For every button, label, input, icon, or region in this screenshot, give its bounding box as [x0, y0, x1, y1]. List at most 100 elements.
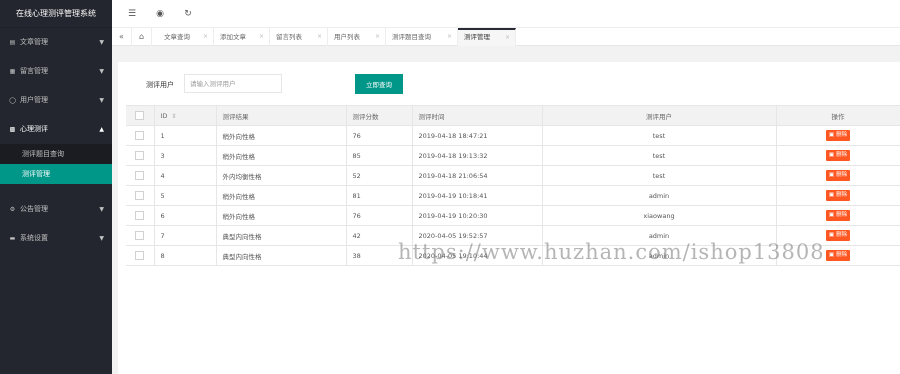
row-checkbox[interactable] [135, 131, 145, 140]
tab-message-list[interactable]: 留言列表 × [270, 28, 328, 46]
menu-icon[interactable]: ☰ [124, 6, 140, 22]
sidebar-item-label: 公告管理 [20, 205, 48, 213]
trash-icon: ▣ [828, 212, 835, 218]
table-row: 6 稍外向性格 76 2019-04-19 10:20:30 xiaowang ▣ 删除 [126, 205, 900, 226]
close-icon[interactable]: × [375, 28, 380, 46]
sidebar-item-label: 用户管理 [20, 96, 48, 104]
comment-icon: ▦ [9, 68, 16, 75]
cell-score: 52 [346, 165, 413, 186]
row-select-cell [126, 245, 155, 266]
sidebar-item-settings[interactable]: ▬ 系统设置 ▼ [0, 224, 112, 253]
sidebar: 在线心理测评管理系统 ▤ 文章管理 ▼ ▦ 留言管理 ▼ ◯ 用户管理 ▼ ▩ 心理测评… [0, 0, 112, 374]
row-checkbox[interactable] [135, 151, 145, 160]
tab-assessment-manage[interactable]: 测评管理 × [458, 28, 516, 46]
caret-down-icon: ▼ [99, 39, 104, 46]
tab-user-list[interactable]: 用户列表 × [328, 28, 386, 46]
cell-id: 1 [154, 125, 217, 146]
cell-time: 2020-04-05 19:52:57 [412, 225, 543, 246]
sidebar-item-assessment[interactable]: ▩ 心理测评 ▲ [0, 115, 112, 144]
table-row: 8 典型内向性格 38 2020-04-05 19:10:44 admin ▣ 删除 [126, 245, 900, 266]
cell-actions: ▣ 删除 [776, 125, 900, 146]
cell-time: 2020-04-05 19:10:44 [412, 245, 543, 266]
cell-time: 2019-04-18 19:13:32 [412, 145, 543, 166]
cell-actions: ▣ 删除 [776, 225, 900, 246]
cell-time: 2019-04-19 10:20:30 [412, 205, 543, 226]
caret-down-icon: ▼ [99, 97, 104, 104]
sidebar-item-articles[interactable]: ▤ 文章管理 ▼ [0, 28, 112, 57]
row-select-cell [126, 185, 155, 206]
close-icon[interactable]: × [259, 28, 264, 46]
delete-button[interactable]: ▣ 删除 [825, 210, 851, 221]
column-header-result: 测评结果 [216, 105, 347, 126]
submenu-assessment: 测评题目查询 测评管理 [0, 144, 112, 184]
tab-article-query[interactable]: 文章查询 × [152, 28, 214, 46]
row-checkbox[interactable] [135, 191, 145, 200]
row-checkbox[interactable] [135, 171, 145, 180]
row-select-cell [126, 205, 155, 226]
assessment-table: ID ⇕ 测评结果 测评分数 测评时间 测评用户 操作 1 稍外向性格 76 2019-… [126, 105, 900, 266]
close-icon[interactable]: × [317, 28, 322, 46]
sidebar-item-messages[interactable]: ▦ 留言管理 ▼ [0, 57, 112, 86]
close-icon[interactable]: × [203, 28, 208, 46]
select-all-checkbox[interactable] [135, 111, 145, 120]
tab-add-article[interactable]: 添加文章 × [214, 28, 270, 46]
cell-id: 3 [154, 145, 217, 166]
table-row: 1 稍外向性格 76 2019-04-18 18:47:21 test ▣ 删除 [126, 125, 900, 146]
tab-question-query[interactable]: 测评题目查询 × [386, 28, 458, 46]
caret-down-icon: ▼ [99, 206, 104, 213]
close-icon[interactable]: × [505, 30, 510, 45]
sidebar-item-users[interactable]: ◯ 用户管理 ▼ [0, 86, 112, 115]
delete-label: 删除 [836, 192, 848, 198]
cell-score: 76 [346, 205, 413, 226]
search-button[interactable]: 立即查询 [355, 74, 403, 94]
close-icon[interactable]: × [447, 28, 452, 46]
cell-result: 稍外向性格 [216, 185, 347, 206]
table-body: 1 稍外向性格 76 2019-04-18 18:47:21 test ▣ 删除 3 稍外向性格… [126, 125, 900, 266]
delete-button[interactable]: ▣ 删除 [825, 190, 851, 201]
tabs-prev-icon[interactable]: « [112, 28, 132, 46]
delete-button[interactable]: ▣ 删除 [825, 250, 851, 261]
tab-label: 留言列表 [276, 33, 302, 41]
sort-icon[interactable]: ⇕ [171, 113, 176, 120]
caret-down-icon: ▼ [99, 235, 104, 242]
sidebar-item-notices[interactable]: ⚙ 公告管理 ▼ [0, 195, 112, 224]
globe-icon[interactable]: ◉ [152, 6, 168, 22]
table-header-row: ID ⇕ 测评结果 测评分数 测评时间 测评用户 操作 [126, 105, 900, 126]
cell-time: 2019-04-18 21:06:54 [412, 165, 543, 186]
delete-label: 删除 [836, 252, 848, 258]
sidebar-item-label: 留言管理 [20, 67, 48, 75]
delete-button[interactable]: ▣ 删除 [825, 130, 851, 141]
cell-result: 典型内向性格 [216, 245, 347, 266]
caret-up-icon: ▲ [99, 126, 104, 133]
search-input[interactable] [184, 74, 282, 93]
delete-label: 删除 [836, 132, 848, 138]
book-icon: ▤ [9, 39, 16, 46]
row-checkbox[interactable] [135, 211, 145, 220]
top-header: ☰ ◉ ↻ [112, 0, 900, 28]
cell-time: 2019-04-18 18:47:21 [412, 125, 543, 146]
cell-id: 4 [154, 165, 217, 186]
cell-user: admin [542, 245, 777, 266]
trash-icon: ▣ [828, 232, 835, 238]
delete-button[interactable]: ▣ 删除 [825, 230, 851, 241]
tab-bar: « ⌂ 文章查询 × 添加文章 × 留言列表 × 用户列表 × 测评题目查询 × 测评管理… [112, 28, 900, 46]
column-header-id[interactable]: ID ⇕ [154, 105, 217, 126]
delete-button[interactable]: ▣ 删除 [825, 150, 851, 161]
row-checkbox[interactable] [135, 251, 145, 260]
refresh-icon[interactable]: ↻ [180, 6, 196, 22]
sidebar-subitem-assessment-manage[interactable]: 测评管理 [0, 164, 112, 184]
cell-score: 38 [346, 245, 413, 266]
sidebar-subitem-question-query[interactable]: 测评题目查询 [0, 144, 112, 164]
column-header-time: 测评时间 [412, 105, 543, 126]
trash-icon: ▣ [828, 152, 835, 158]
tab-label: 测评题目查询 [392, 33, 431, 41]
content-panel: 测评用户 立即查询 ID⇕ 测评结果 测评分数 测评时间 测评用户 操作 1稍外… [118, 62, 900, 374]
gear-icon: ⚙ [9, 206, 16, 213]
home-icon[interactable]: ⌂ [132, 28, 152, 46]
delete-button[interactable]: ▣ 删除 [825, 170, 851, 181]
row-checkbox[interactable] [135, 231, 145, 240]
column-label: ID [160, 111, 168, 120]
cell-result: 稍外向性格 [216, 125, 347, 146]
row-select-cell [126, 225, 155, 246]
